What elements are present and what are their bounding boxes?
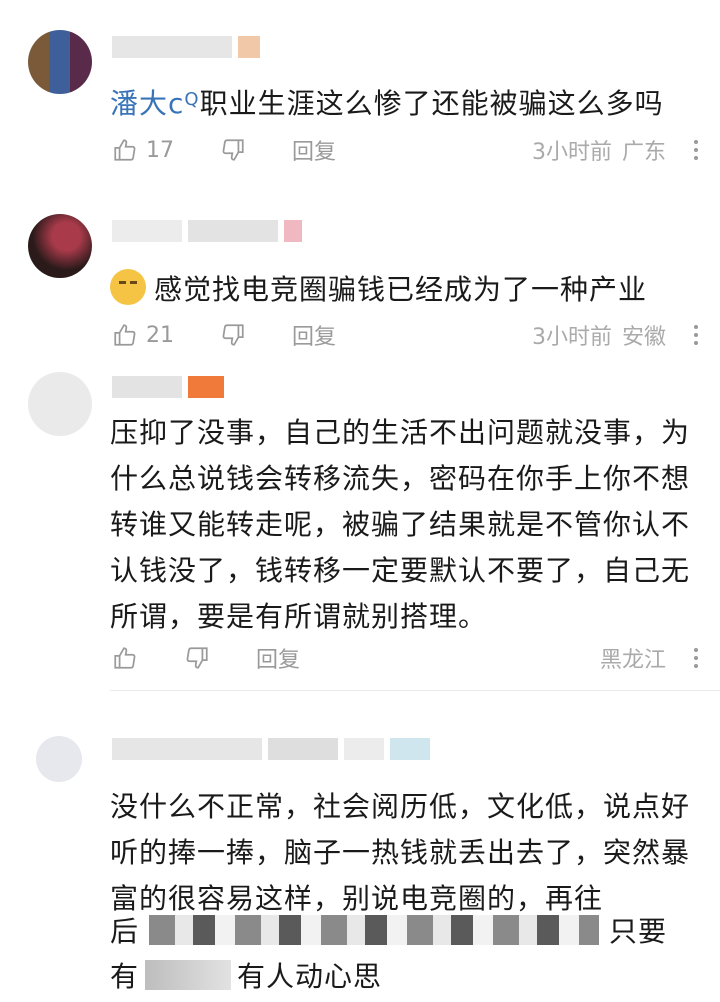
reply-button[interactable]: 回复 [292,319,336,351]
text-fragment: 有 [110,960,140,993]
more-vertical-icon[interactable] [694,325,698,345]
thumbs-down-icon [222,324,244,346]
comment-body: 没什么不正常，社会阅历低，文化低，说点好听的捧一捧，脑子一热钱就丢出去了，突然暴… [110,790,691,915]
reply-label: 回复 [292,140,337,165]
timestamp: 3小时前 [531,325,612,350]
comment-2: 感觉找电竞圈骗钱已经成为了一种产业 21 回复 3小时前 安徽 [0,190,720,360]
comment-body: 职业生涯这么惨了还能被骗这么多吗 [199,87,664,120]
thumbs-up-icon [114,324,136,346]
comment-text: 感觉找电竞圈骗钱已经成为了一种产业 [110,267,700,313]
comment-actions: 21 回复 3小时前 安徽 [112,315,698,355]
dislike-button[interactable] [184,645,210,671]
reply-label: 回复 [292,325,337,350]
reply-button[interactable]: 回复 [292,134,336,166]
thumbs-down-icon [222,139,244,161]
username-blurred[interactable] [112,376,224,398]
comment-text-line-4: 后 只要 [110,909,700,955]
divider [110,690,720,691]
thumbs-up-icon [114,647,136,669]
comment-actions: 17 回复 3小时前 广东 [112,130,698,170]
avatar[interactable] [28,372,92,436]
more-vertical-icon[interactable] [694,140,698,160]
reply-button[interactable]: 回复 [256,642,300,674]
comment-text: 压抑了没事，自己的生活不出问题就没事，为什么总说钱会转移流失，密码在你手上你不想… [110,410,700,640]
more-vertical-icon[interactable] [694,648,698,668]
text-fragment: 有人动心思 [237,960,383,993]
location: 黑龙江 [599,648,666,673]
avatar[interactable] [28,30,92,94]
comment-body: 压抑了没事，自己的生活不出问题就没事，为什么总说钱会转移流失，密码在你手上你不想… [110,416,691,633]
dislike-button[interactable] [220,137,246,163]
like-count: 21 [146,322,174,348]
smirk-emoji-icon [110,269,146,305]
username-blurred[interactable] [112,738,430,760]
location: 安徽 [621,325,666,350]
text-fragment: 只要 [609,915,668,948]
like-button[interactable]: 21 [112,322,174,348]
thumbs-up-icon [114,139,136,161]
comment-text-line-5: 有 有人动心思 [110,954,700,1000]
avatar[interactable] [28,214,92,278]
reply-label: 回复 [256,648,301,673]
avatar[interactable] [36,736,82,782]
comment-1: 潘大cQ职业生涯这么惨了还能被骗这么多吗 17 回复 3小时前 广东 [0,0,720,190]
comment-meta: 黑龙江 [600,642,698,674]
dislike-button[interactable] [220,322,246,348]
comment-actions: 回复 黑龙江 [112,638,698,678]
mention-link[interactable]: 潘大c [110,87,184,120]
redacted-block [149,915,600,945]
timestamp: 3小时前 [531,140,612,165]
location: 广东 [621,140,666,165]
like-button[interactable]: 17 [112,137,174,163]
comment-meta: 3小时前 安徽 [532,319,698,351]
comment-text: 没什么不正常，社会阅历低，文化低，说点好听的捧一捧，脑子一热钱就丢出去了，突然暴… [110,784,700,922]
like-count: 17 [146,137,174,163]
username-blurred[interactable] [112,220,302,242]
redacted-block [145,960,232,990]
comment-4: 没什么不正常，社会阅历低，文化低，说点好听的捧一捧，脑子一热钱就丢出去了，突然暴… [0,700,720,1002]
comment-text: 潘大cQ职业生涯这么惨了还能被骗这么多吗 [110,77,700,127]
username-blurred[interactable] [112,36,260,58]
comment-body: 感觉找电竞圈骗钱已经成为了一种产业 [154,273,648,306]
text-fragment: 后 [110,915,140,948]
comment-meta: 3小时前 广东 [532,134,698,166]
mention-icon: Q [184,89,200,110]
like-button[interactable] [112,645,138,671]
thumbs-down-icon [186,647,208,669]
comment-3: 压抑了没事，自己的生活不出问题就没事，为什么总说钱会转移流失，密码在你手上你不想… [0,360,720,691]
